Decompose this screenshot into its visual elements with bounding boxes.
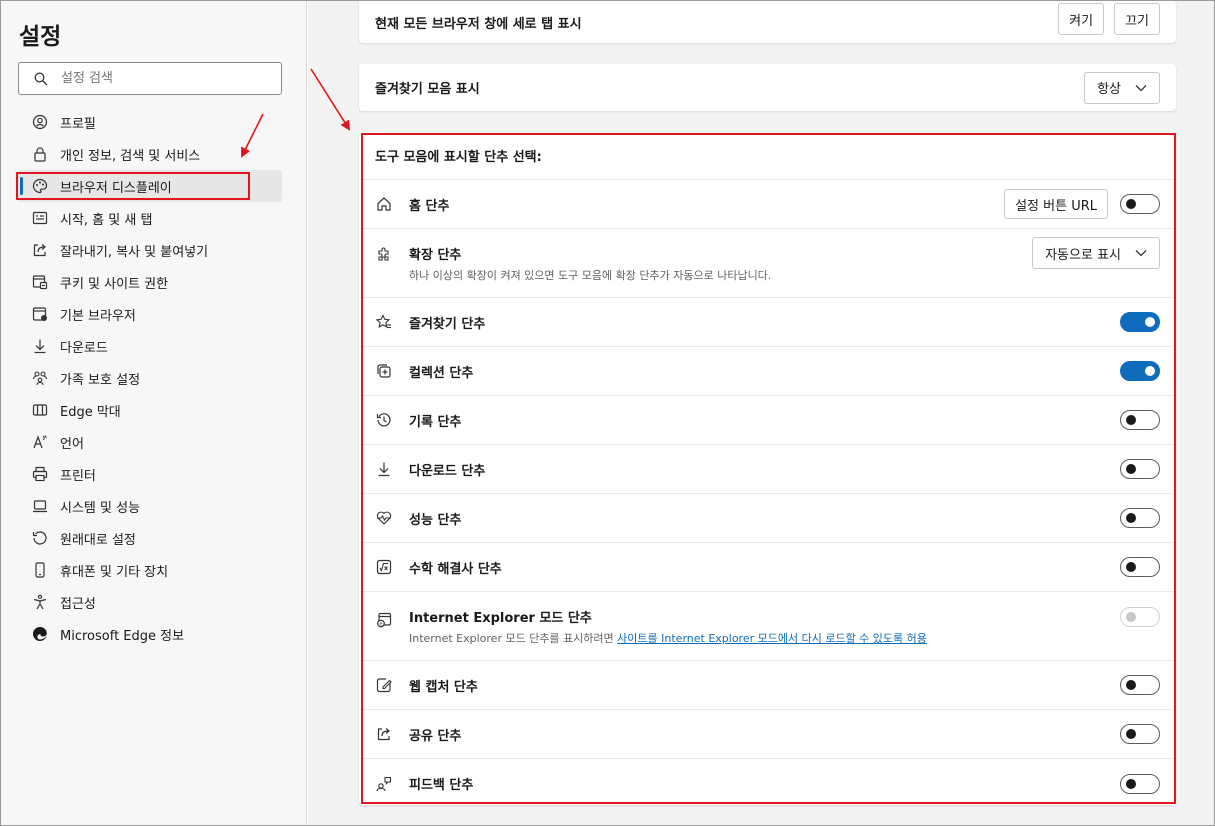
sidebar-item-about-edge[interactable]: Microsoft Edge 정보: [18, 618, 282, 650]
vertical-tabs-card: 현재 모든 브라우저 창에 세로 탭 표시 켜기 끄기: [359, 1, 1176, 43]
sidebar-item-start-home[interactable]: 시작, 홈 및 새 탭: [18, 202, 282, 234]
browser-icon: [32, 306, 48, 322]
vertical-tabs-on-button[interactable]: 켜기: [1058, 3, 1105, 35]
annotation-highlight-box: [16, 172, 250, 200]
search-box[interactable]: [18, 62, 282, 95]
chevron-down-icon: [1135, 84, 1147, 91]
sidebar-item-language[interactable]: 언어: [18, 426, 282, 458]
sidebar-item-label: Edge 막대: [60, 404, 121, 420]
language-icon: [32, 434, 48, 450]
favorites-bar-dropdown[interactable]: 항상: [1084, 71, 1160, 104]
favorites-bar-value: 항상: [1097, 82, 1121, 97]
edge-logo-icon: [32, 626, 48, 642]
share-icon: [32, 242, 48, 258]
sidebar-item-privacy[interactable]: 개인 정보, 검색 및 서비스: [18, 138, 282, 170]
annotation-highlight-box: [361, 133, 1176, 804]
sidebar-item-label: 휴대폰 및 기타 장치: [60, 564, 169, 580]
accessibility-icon: [32, 594, 48, 610]
sidebar-item-accessibility[interactable]: 접근성: [18, 586, 282, 618]
sidebar-title: 설정: [19, 24, 62, 50]
phone-icon: [32, 562, 48, 578]
sidebar: 설정 프로필 개인 정보, 검색 및 서비스 브라우저 디스플레이 시작, 홈 …: [1, 1, 307, 825]
laptop-icon: [32, 498, 48, 514]
sidebar-item-downloads[interactable]: 다운로드: [18, 330, 282, 362]
favorites-bar-label: 즐겨찾기 모음 표시: [375, 82, 480, 97]
sidebar-item-label: 잘라내기, 복사 및 붙여넣기: [60, 244, 209, 260]
sidebar-item-label: 개인 정보, 검색 및 서비스: [60, 148, 201, 164]
sidebar-item-default-browser[interactable]: 기본 브라우저: [18, 298, 282, 330]
sidebar-item-printer[interactable]: 프린터: [18, 458, 282, 490]
sidebar-item-label: 가족 보호 설정: [60, 372, 141, 388]
edge-bar-icon: [32, 402, 48, 418]
new-tab-icon: [32, 210, 48, 226]
sidebar-item-label: Microsoft Edge 정보: [60, 628, 185, 644]
printer-icon: [32, 466, 48, 482]
sidebar-item-label: 시스템 및 성능: [60, 500, 141, 516]
family-icon: [32, 370, 48, 386]
reset-icon: [32, 530, 48, 546]
sidebar-item-system[interactable]: 시스템 및 성능: [18, 490, 282, 522]
sidebar-item-label: 접근성: [60, 596, 96, 612]
favorites-bar-card: 즐겨찾기 모음 표시 항상: [359, 64, 1176, 111]
lock-icon: [32, 146, 48, 162]
search-icon: [34, 72, 48, 85]
sidebar-item-label: 원래대로 설정: [60, 532, 136, 548]
sidebar-item-label: 시작, 홈 및 새 탭: [60, 212, 153, 228]
search-input[interactable]: [61, 71, 261, 86]
sidebar-item-label: 쿠키 및 사이트 권한: [60, 276, 169, 292]
sidebar-item-cookies[interactable]: 쿠키 및 사이트 권한: [18, 266, 282, 298]
sidebar-item-label: 프로필: [60, 116, 96, 132]
sidebar-item-label: 언어: [60, 436, 84, 452]
vertical-tabs-off-button[interactable]: 끄기: [1114, 3, 1160, 35]
vertical-tabs-label: 현재 모든 브라우저 창에 세로 탭 표시: [375, 16, 582, 32]
sidebar-item-label: 프린터: [60, 468, 96, 484]
sidebar-item-label: 기본 브라우저: [60, 308, 136, 324]
sidebar-item-profile[interactable]: 프로필: [18, 106, 282, 138]
settings-window: 설정 프로필 개인 정보, 검색 및 서비스 브라우저 디스플레이 시작, 홈 …: [0, 0, 1215, 826]
cookie-icon: [32, 274, 48, 290]
sidebar-item-family[interactable]: 가족 보호 설정: [18, 362, 282, 394]
sidebar-item-label: 다운로드: [60, 340, 108, 356]
profile-icon: [32, 114, 48, 130]
download-icon: [32, 338, 48, 354]
sidebar-item-reset[interactable]: 원래대로 설정: [18, 522, 282, 554]
sidebar-item-cut-copy-paste[interactable]: 잘라내기, 복사 및 붙여넣기: [18, 234, 282, 266]
main-content: 현재 모든 브라우저 창에 세로 탭 표시 켜기 끄기 즐겨찾기 모음 표시 항…: [308, 1, 1214, 825]
sidebar-item-phone[interactable]: 휴대폰 및 기타 장치: [18, 554, 282, 586]
sidebar-item-edge-bar[interactable]: Edge 막대: [18, 394, 282, 426]
